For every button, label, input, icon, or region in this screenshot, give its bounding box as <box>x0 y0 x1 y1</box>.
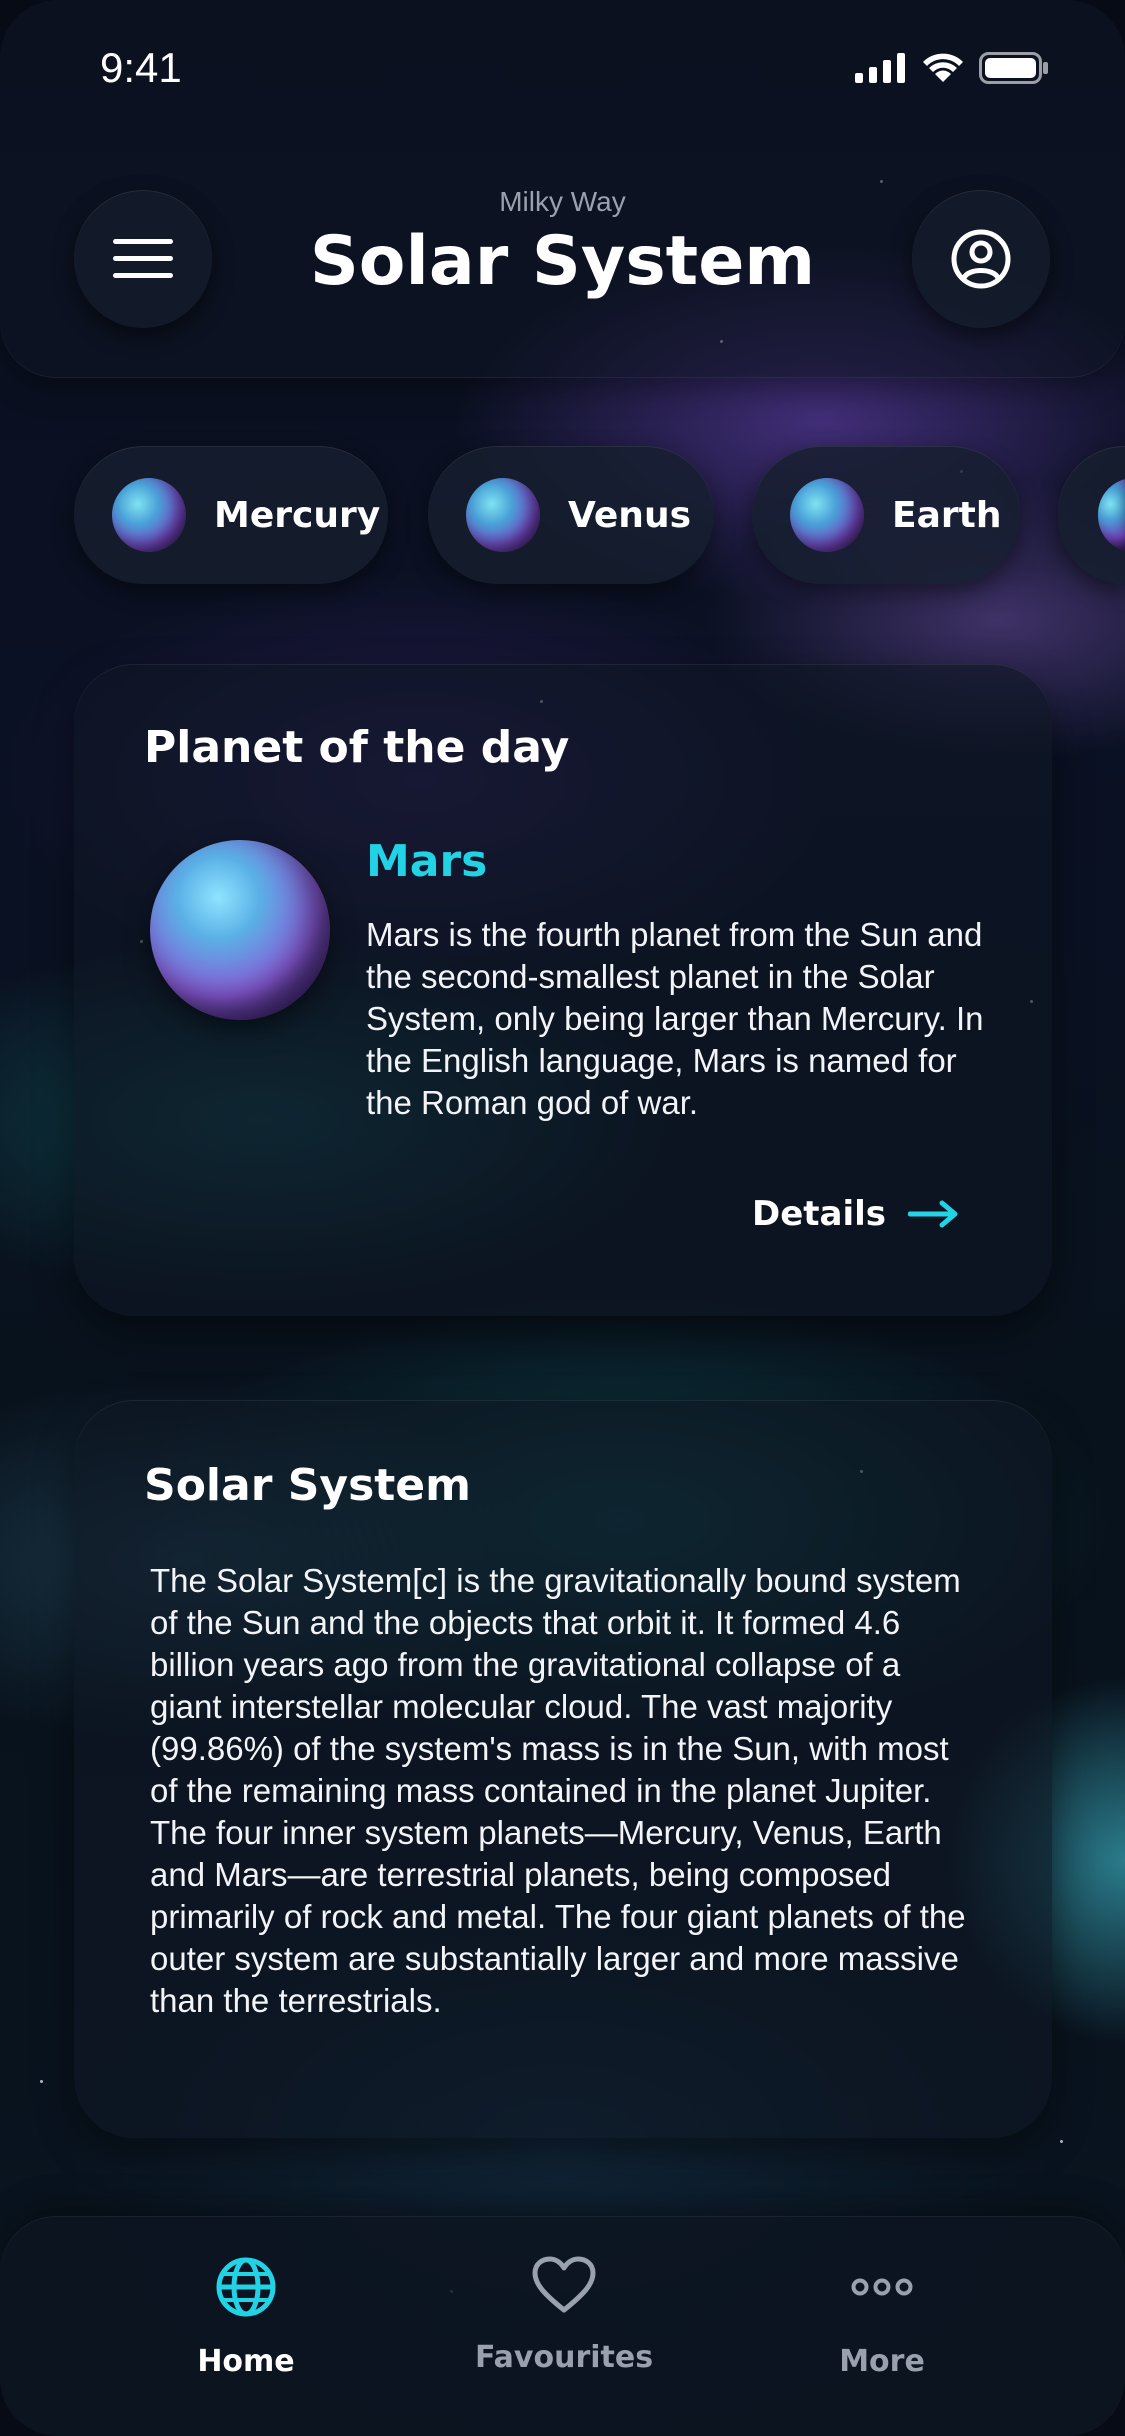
planet-chip-earth[interactable]: Earth <box>752 446 1020 584</box>
wifi-icon <box>923 53 963 82</box>
bottom-tab-bar: Home Favourites More <box>0 2216 1125 2436</box>
heart-icon <box>532 2256 596 2313</box>
mercury-planet-icon <box>112 478 186 552</box>
tab-home[interactable]: Home <box>126 2256 366 2379</box>
cellular-signal-icon <box>855 53 905 83</box>
arrow-right-icon <box>908 1200 958 1228</box>
planet-icon <box>1098 478 1125 552</box>
details-label: Details <box>751 1194 886 1234</box>
planet-of-day-heading: Planet of the day <box>144 722 570 773</box>
more-dots-icon <box>851 2278 913 2296</box>
mars-planet-image <box>150 840 330 1020</box>
tab-more[interactable]: More <box>762 2256 1002 2379</box>
planet-of-day-card: Planet of the day Mars Mars is the fourt… <box>74 664 1052 1316</box>
header-bar: 9:41 Milky Way Solar System <box>0 0 1125 378</box>
chip-label: Earth <box>892 494 1002 536</box>
solar-system-description: The Solar System[c] is the gravitational… <box>150 1562 966 2019</box>
chip-label: Venus <box>568 494 691 536</box>
user-profile-icon <box>951 229 1011 289</box>
details-link[interactable]: Details <box>752 1194 960 1234</box>
tab-label: Favourites <box>474 2340 654 2375</box>
profile-button[interactable] <box>912 190 1050 328</box>
earth-planet-icon <box>790 478 864 552</box>
tab-favourites[interactable]: Favourites <box>444 2256 684 2375</box>
solar-system-card: Solar System The Solar System[c] is the … <box>74 1400 1052 2138</box>
venus-planet-icon <box>466 478 540 552</box>
planet-chip-venus[interactable]: Venus <box>428 446 714 584</box>
globe-icon <box>216 2257 276 2317</box>
tab-label: Home <box>197 2344 295 2379</box>
chip-label: Mercury <box>214 494 381 536</box>
app-screen: 9:41 Milky Way Solar System Mercury Venu… <box>0 0 1125 2436</box>
status-time: 9:41 <box>100 44 182 91</box>
status-icons <box>855 52 1049 84</box>
planet-name: Mars <box>366 836 488 887</box>
battery-icon <box>979 52 1048 84</box>
planet-chip-mercury[interactable]: Mercury <box>74 446 388 584</box>
solar-system-heading: Solar System <box>144 1460 471 1511</box>
planet-description: Mars is the fourth planet from the Sun a… <box>366 916 984 1121</box>
tab-label: More <box>839 2344 925 2379</box>
